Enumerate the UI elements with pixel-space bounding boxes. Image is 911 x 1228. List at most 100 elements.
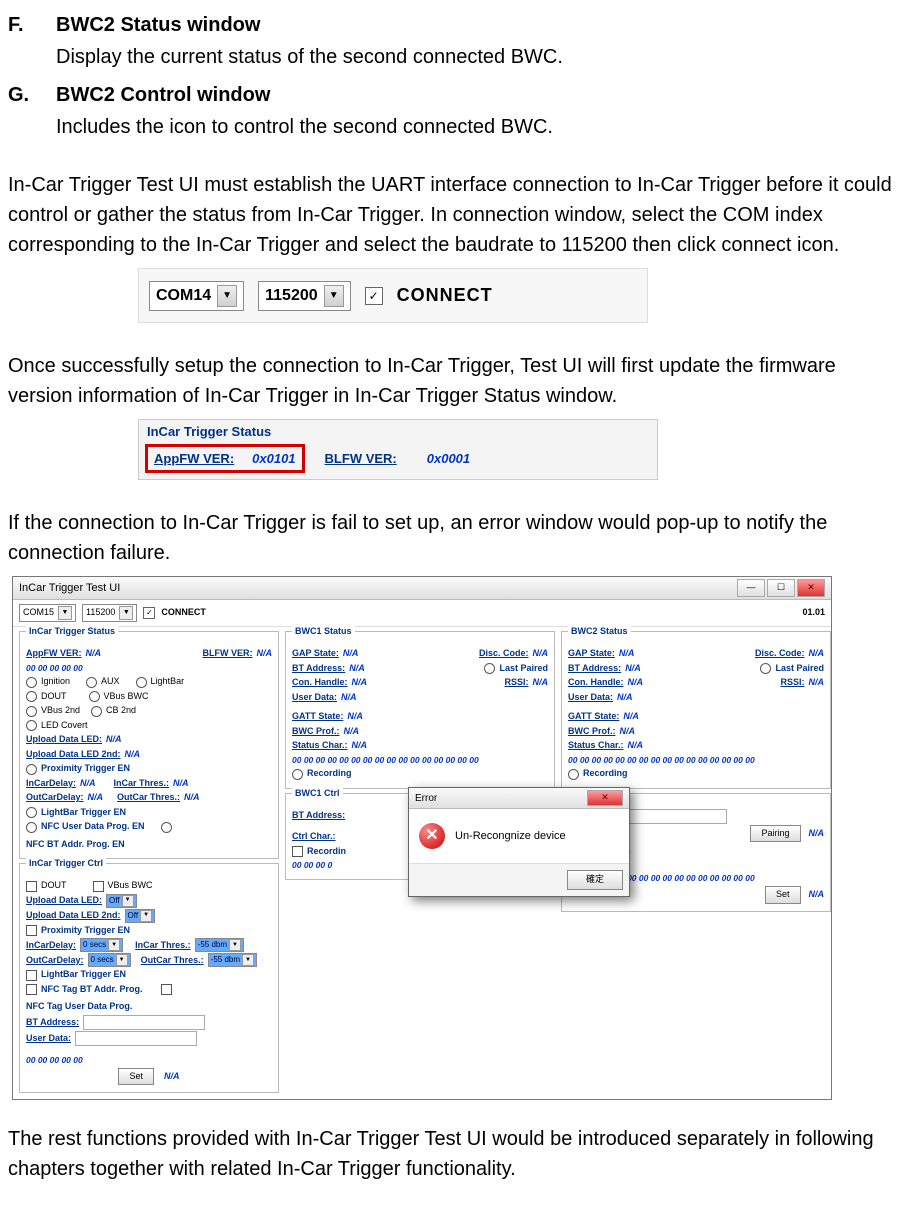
chevron-down-icon[interactable]: ▼ <box>122 895 134 907</box>
conhandle-label: Con. Handle: <box>292 676 348 690</box>
udl2-dropdown[interactable]: Off▼ <box>125 909 156 923</box>
btaddr-input[interactable] <box>625 809 727 824</box>
disc-value: N/A <box>533 647 549 661</box>
radio-dout[interactable] <box>26 691 37 702</box>
statuschar-value: N/A <box>352 739 368 753</box>
radio-label: DOUT <box>41 690 67 704</box>
ok-button[interactable]: 確定 <box>567 870 623 890</box>
conhandle-value: N/A <box>628 676 644 690</box>
radio-led-covert[interactable] <box>26 720 37 731</box>
dout-label: DOUT <box>41 879 67 893</box>
outcarthres-label: OutCar Thres.: <box>117 791 180 805</box>
check-nfc-bt[interactable] <box>26 984 37 995</box>
chevron-down-icon[interactable]: ▼ <box>116 954 128 966</box>
connect-checkbox[interactable]: ✓ <box>143 607 155 619</box>
radio-lastpaired[interactable] <box>760 663 771 674</box>
chevron-down-icon[interactable]: ▼ <box>140 910 152 922</box>
window-title: InCar Trigger Test UI <box>19 580 120 597</box>
udl-label: Upload Data LED: <box>26 733 102 747</box>
close-icon[interactable]: ✕ <box>587 790 623 806</box>
chevron-down-icon[interactable]: ▼ <box>242 954 254 966</box>
chevron-down-icon[interactable]: ▼ <box>217 285 237 307</box>
radio-nfc-user[interactable] <box>26 822 37 833</box>
outcardelay-value: 0 secs <box>91 954 114 966</box>
hex-value: 00 00 00 00 00 <box>26 662 83 675</box>
conhandle-value: N/A <box>352 676 368 690</box>
userdata-label: User Data: <box>292 691 337 705</box>
incardelay-dropdown[interactable]: 0 secs▼ <box>80 938 123 952</box>
com-dropdown[interactable]: COM15 ▼ <box>19 604 76 622</box>
paragraph-4: The rest functions provided with In-Car … <box>8 1124 903 1184</box>
incarthres-value: N/A <box>173 777 189 791</box>
connect-checkbox[interactable]: ✓ <box>365 287 383 305</box>
group-title: BWC2 Status <box>568 625 631 639</box>
radio-lightbar[interactable] <box>136 677 147 688</box>
chevron-down-icon[interactable]: ▼ <box>324 285 344 307</box>
chevron-down-icon[interactable]: ▼ <box>108 939 120 951</box>
lightbar-label: LightBar Trigger EN <box>41 806 126 820</box>
disc-value: N/A <box>809 647 825 661</box>
check-nfc-user[interactable] <box>161 984 172 995</box>
disc-label: Disc. Code: <box>755 647 805 661</box>
error-message: Un-Recongnize device <box>455 828 566 845</box>
set-button[interactable]: Set <box>765 886 801 904</box>
pairing-button[interactable]: Pairing <box>750 825 800 843</box>
gap-value: N/A <box>619 647 635 661</box>
baud-dropdown[interactable]: 115200 ▼ <box>82 604 137 622</box>
check-dout[interactable] <box>26 881 37 892</box>
btaddr-input[interactable] <box>83 1015 205 1030</box>
nfc-user-label: NFC Tag User Data Prog. <box>26 1000 132 1014</box>
appfw-value: N/A <box>86 647 199 661</box>
chevron-down-icon[interactable]: ▼ <box>229 939 241 951</box>
radio-nfc-bt[interactable] <box>161 822 172 833</box>
pairing-status: N/A <box>809 827 825 841</box>
close-icon[interactable]: ✕ <box>797 579 825 597</box>
radio-label: Ignition <box>41 675 70 689</box>
radio-vbus-2nd[interactable] <box>26 706 37 717</box>
userdata-label: User Data: <box>26 1032 71 1046</box>
check-lightbar[interactable] <box>26 970 37 981</box>
baud-dropdown[interactable]: 115200 ▼ <box>258 281 351 311</box>
outcardelay-dropdown[interactable]: 0 secs▼ <box>88 953 131 967</box>
outcardelay-label: OutCarDelay: <box>26 791 84 805</box>
nfc-user-label: NFC User Data Prog. EN <box>41 820 145 834</box>
radio-lightbar-en[interactable] <box>26 807 37 818</box>
chevron-down-icon[interactable]: ▼ <box>58 606 72 620</box>
radio-recording[interactable] <box>292 769 303 780</box>
nfc-bt-label: NFC BT Addr. Prog. EN <box>26 838 125 852</box>
bwcprof-label: BWC Prof.: <box>568 725 616 739</box>
conhandle-label: Con. Handle: <box>568 676 624 690</box>
minimize-icon[interactable]: — <box>737 579 765 597</box>
error-icon: ✕ <box>419 823 445 849</box>
incarthres-dropdown[interactable]: -55 dbm▼ <box>195 938 244 952</box>
check-recording[interactable] <box>292 846 303 857</box>
radio-recording[interactable] <box>568 769 579 780</box>
radio-prox[interactable] <box>26 764 37 775</box>
incardelay-label: InCarDelay: <box>26 777 76 791</box>
check-vbus[interactable] <box>93 881 104 892</box>
check-prox[interactable] <box>26 925 37 936</box>
radio-label: AUX <box>101 675 120 689</box>
userdata-input[interactable] <box>75 1031 197 1046</box>
com-value: COM15 <box>23 606 54 620</box>
paragraph-3: If the connection to In-Car Trigger is f… <box>8 508 903 568</box>
set-button[interactable]: Set <box>118 1068 154 1086</box>
group-title: InCar Trigger Status <box>26 625 118 639</box>
bwc2-status-group: BWC2 Status GAP State:N/A Disc. Code:N/A… <box>561 631 831 789</box>
outcarthres-dropdown[interactable]: -55 dbm▼ <box>208 953 257 967</box>
udl-dropdown[interactable]: Off▼ <box>106 894 137 908</box>
chevron-down-icon[interactable]: ▼ <box>119 606 133 620</box>
radio-ignition[interactable] <box>26 677 37 688</box>
radio-aux[interactable] <box>86 677 97 688</box>
rssi-label: RSSI: <box>780 676 804 690</box>
radio-lastpaired[interactable] <box>484 663 495 674</box>
recording-label: Recording <box>583 767 628 781</box>
fig-full-ui: InCar Trigger Test UI — ☐ ✕ COM15 ▼ 1152… <box>12 576 832 1100</box>
maximize-icon[interactable]: ☐ <box>767 579 795 597</box>
com-dropdown[interactable]: COM14 ▼ <box>149 281 244 311</box>
radio-cb-2nd[interactable] <box>91 706 102 717</box>
outcardelay-label: OutCarDelay: <box>26 954 84 968</box>
gap-value: N/A <box>343 647 359 661</box>
radio-vbus-bwc[interactable] <box>89 691 100 702</box>
radio-label: VBus 2nd <box>41 704 80 718</box>
